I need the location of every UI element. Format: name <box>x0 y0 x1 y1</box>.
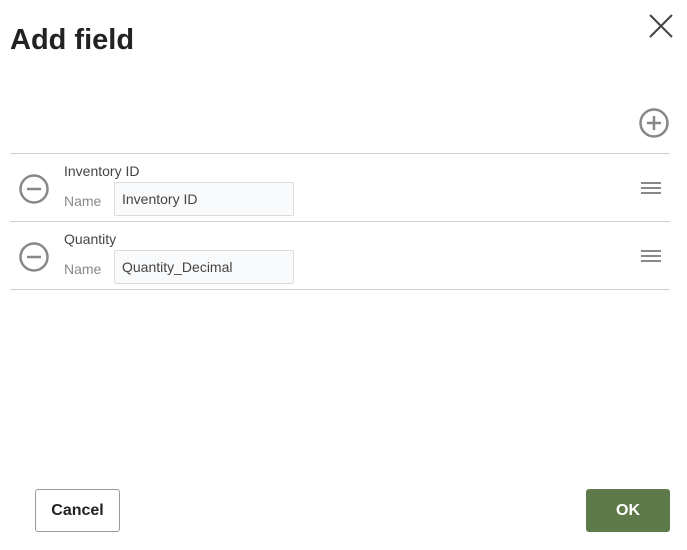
drag-handle-icon <box>641 182 661 194</box>
field-label: Quantity <box>64 231 117 247</box>
drag-handle[interactable] <box>639 178 663 198</box>
field-label: Inventory ID <box>64 163 140 179</box>
name-label: Name <box>64 193 102 209</box>
field-row: Inventory ID Name <box>10 154 670 222</box>
name-label: Name <box>64 261 102 277</box>
cancel-button[interactable]: Cancel <box>35 489 120 532</box>
close-icon <box>649 14 673 38</box>
minus-circle-icon <box>19 242 49 272</box>
remove-field-button[interactable] <box>17 172 51 206</box>
minus-circle-icon <box>19 174 49 204</box>
add-field-button[interactable] <box>637 106 671 140</box>
close-button[interactable] <box>645 10 677 42</box>
field-list: Inventory ID Name Quantity Name <box>10 153 670 290</box>
field-row: Quantity Name <box>10 222 670 290</box>
ok-button[interactable]: OK <box>586 489 670 532</box>
drag-handle[interactable] <box>639 246 663 266</box>
field-name-input[interactable] <box>114 250 294 284</box>
dialog-title: Add field <box>10 24 135 56</box>
plus-circle-icon <box>639 108 669 138</box>
add-field-dialog: Add field Inventory ID Name Inventory ID… <box>0 0 687 550</box>
drag-handle-icon <box>641 250 661 262</box>
remove-field-button[interactable] <box>17 240 51 274</box>
field-name-input[interactable] <box>114 182 294 216</box>
